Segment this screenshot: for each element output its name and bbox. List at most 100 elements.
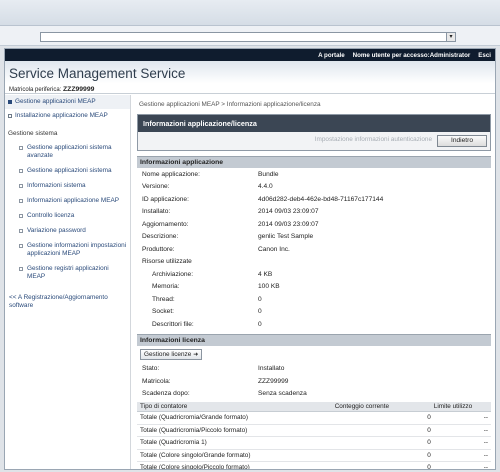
address-bar[interactable]	[40, 32, 455, 42]
info-row: Installato: 2014 09/03 23:09:07	[137, 206, 491, 219]
counter-count: 0	[331, 461, 431, 469]
resource-key: Socket:	[152, 308, 174, 316]
sidebar-item-label: Informazioni sistema	[27, 181, 86, 189]
sidebar-item-meap-settings-info[interactable]: Gestione informazioni impostazioni appli…	[5, 238, 130, 261]
resource-key: Archiviazione:	[152, 270, 194, 278]
license-value: Senza scadenza	[258, 390, 307, 398]
resource-row: Descrittori file: 0	[137, 318, 491, 331]
sidebar-item-label: Gestione applicazioni sistema avanzate	[27, 143, 112, 159]
square-bullet-icon	[19, 168, 23, 173]
logout-link[interactable]: Esci	[478, 52, 491, 59]
info-row: Nome applicazione: Bundle	[137, 168, 491, 181]
license-key: Scadenza dopo:	[142, 390, 190, 398]
license-section-header: Informazioni licenza	[137, 333, 491, 346]
counter-table-header: Tipo di contatore Conteggio corrente Lim…	[137, 402, 491, 412]
info-key: Installato:	[142, 208, 171, 216]
counter-type: Totale (Quadricromia/Grande formato)	[137, 411, 332, 425]
info-key: Aggiornamento:	[142, 220, 189, 228]
sidebar-item-meap-app-info[interactable]: Informazioni applicazione MEAP	[5, 193, 130, 208]
license-row: Stato: Installato	[137, 363, 491, 376]
arrow-right-icon: ➜	[193, 351, 199, 358]
counter-count: 0	[331, 436, 431, 450]
info-value: 2014 09/03 23:09:07	[258, 220, 319, 228]
resource-key: Descrittori file:	[152, 320, 194, 328]
resource-key: Memoria:	[152, 283, 180, 291]
sidebar-item-label: Gestione informazioni impostazioni appli…	[27, 241, 127, 257]
column-header: Limite utilizzo	[430, 402, 491, 412]
portal-link[interactable]: A portale	[318, 52, 345, 59]
license-key: Matricola:	[142, 377, 171, 385]
browser-toolbar	[0, 0, 500, 26]
info-key: Nome applicazione:	[142, 170, 200, 178]
sidebar-item-advanced-system-apps[interactable]: Gestione applicazioni sistema avanzate	[5, 140, 130, 163]
resource-row: Memoria: 100 KB	[137, 281, 491, 294]
info-value: genlic Test Sample	[258, 233, 314, 241]
address-row: ▾	[0, 26, 500, 46]
resource-value: 100 KB	[258, 283, 280, 291]
login-user-label: Nome utente per accesso:Administrator	[352, 51, 471, 59]
resource-row: Archiviazione: 4 KB	[137, 268, 491, 281]
square-bullet-icon	[19, 183, 23, 188]
sidebar-item-label: Gestione applicazioni sistema	[27, 166, 112, 174]
square-bullet-icon	[8, 114, 12, 118]
info-row: Versione: 4.4.0	[137, 181, 491, 194]
license-row: Matricola: ZZZ99999	[137, 375, 491, 388]
info-key: Versione:	[142, 183, 170, 191]
square-bullet-icon	[19, 213, 23, 218]
counter-count: 0	[331, 424, 431, 437]
sidebar-item-license-check[interactable]: Controllo licenza	[5, 208, 130, 223]
sidebar-item-label: Installazione applicazione MEAP	[15, 112, 108, 119]
resource-value: 0	[258, 308, 262, 316]
info-value: 4d06d282-deb4-462e-bd48-71167c177144	[258, 195, 384, 203]
software-update-link[interactable]: << A Registrazione/Aggiornamento softwar…	[5, 284, 130, 320]
info-row: Descrizione: genlic Test Sample	[137, 231, 491, 244]
resource-value: 4 KB	[258, 270, 273, 278]
table-row: Totale (Colore singolo/Piccolo formato) 0…	[137, 461, 491, 469]
counter-limit: --	[430, 436, 491, 450]
license-value: ZZZ99999	[258, 377, 289, 385]
sidebar-item-meap-management[interactable]: Gestione applicazioni MEAP	[5, 95, 130, 109]
sidebar-item-system-apps[interactable]: Gestione applicazioni sistema	[5, 163, 130, 178]
sidebar-item-label: Informazioni applicazione MEAP	[27, 196, 119, 204]
app-info-list: Nome applicazione: Bundle Versione: 4.4.0 …	[137, 168, 491, 331]
back-button[interactable]: Indietro	[437, 135, 487, 147]
counter-limit: --	[430, 411, 491, 425]
info-row: Risorse utilizzate	[137, 256, 491, 269]
top-bar: A portale Nome utente per accesso:Admini…	[5, 49, 495, 61]
serial-value: ZZZ99999	[63, 86, 95, 93]
app-info-section-header: Informazioni applicazione	[137, 156, 491, 168]
manage-licenses-button[interactable]: Gestione licenze ➜	[140, 348, 203, 360]
info-row: Aggiornamento: 2014 09/03 23:09:07	[137, 218, 491, 231]
auth-settings-button: Impostazione informazioni autenticazione	[314, 136, 432, 143]
address-dropdown-button[interactable]: ▾	[446, 32, 456, 42]
manage-licenses-label: Gestione licenze	[144, 350, 192, 358]
license-row: Scadenza dopo: Senza scadenza	[137, 388, 491, 401]
sidebar-item-change-password[interactable]: Variazione password	[5, 223, 130, 238]
main-content: Gestione applicazioni MEAP > Informazion…	[133, 95, 495, 469]
info-row: Produttore: Canon Inc.	[137, 243, 491, 256]
sidebar-item-label: Gestione applicazioni MEAP	[15, 98, 96, 105]
sidebar-item-meap-install[interactable]: Installazione applicazione MEAP	[5, 109, 130, 123]
sidebar-section-system: Gestione sistema	[8, 130, 58, 137]
breadcrumb: Gestione applicazioni MEAP > Informazion…	[139, 101, 321, 108]
info-value: 2014 09/03 23:09:07	[258, 208, 319, 216]
counter-count: 0	[331, 449, 431, 462]
sidebar-item-label: Gestione registri applicazioni MEAP	[27, 264, 109, 280]
table-row: Totale (Quadricromia/Piccolo formato) 0 --	[137, 424, 491, 437]
square-bullet-icon	[19, 198, 23, 203]
sidebar-item-system-info[interactable]: Informazioni sistema	[5, 178, 130, 193]
license-info-list: Stato: Installato Matricola: ZZZ99999 Scad…	[137, 363, 491, 401]
table-row: Totale (Quadricromia/Grande formato) 0 --	[137, 411, 491, 425]
counter-limit: --	[430, 424, 491, 437]
square-bullet-icon	[19, 145, 23, 150]
table-row: Totale (Quadricromia 1) 0 --	[137, 436, 491, 450]
counter-type: Totale (Colore singolo/Grande formato)	[137, 449, 332, 462]
resource-row: Thread: 0	[137, 293, 491, 306]
app-title: Service Management Service	[9, 66, 186, 81]
counter-type: Totale (Quadricromia/Piccolo formato)	[137, 424, 332, 437]
sidebar-item-meap-logs[interactable]: Gestione registri applicazioni MEAP	[5, 261, 130, 284]
info-value: Canon Inc.	[258, 245, 290, 253]
device-serial: Matricola periferica: ZZZ99999	[9, 86, 94, 93]
counter-limit: --	[430, 449, 491, 462]
sidebar-item-label: Controllo licenza	[27, 211, 75, 219]
